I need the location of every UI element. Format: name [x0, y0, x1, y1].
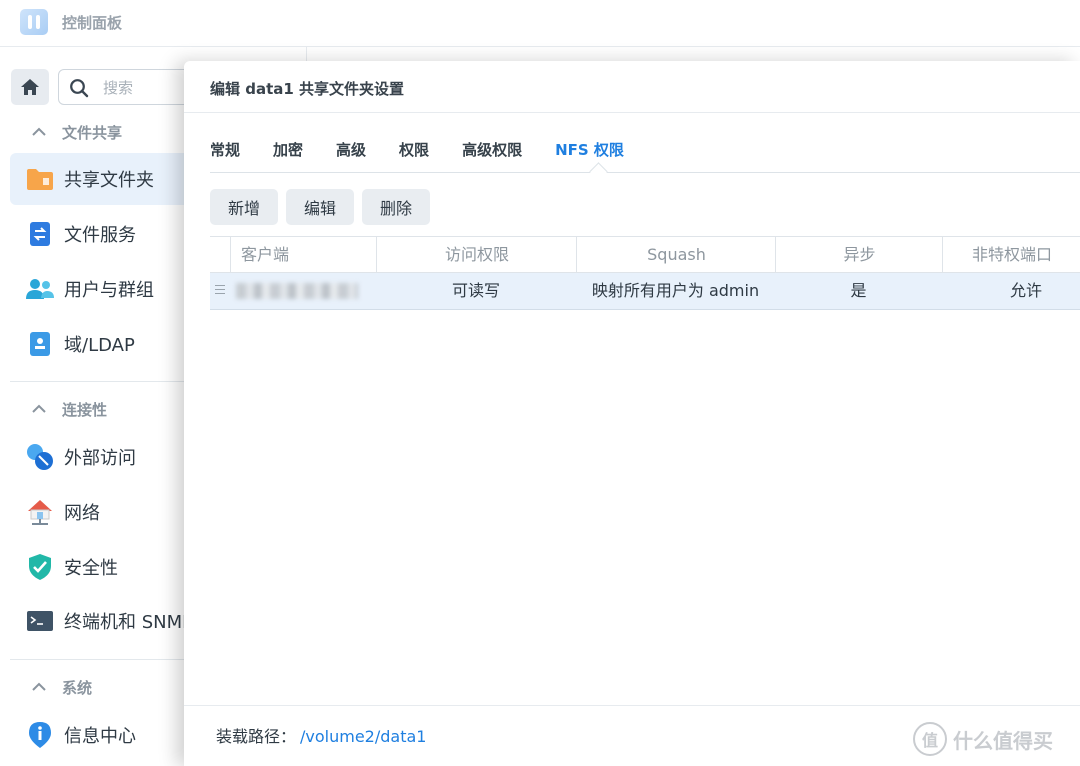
home-icon	[21, 79, 39, 95]
mount-path-label: 装载路径：	[216, 727, 297, 746]
sidebar-item-label: 域/LDAP	[64, 335, 135, 356]
sidebar-item-label: 安全性	[64, 558, 118, 579]
add-button[interactable]: 新增	[210, 189, 279, 225]
titlebar: 控制面板	[0, 0, 1080, 47]
mount-path-link[interactable]: /volume2/data1	[300, 727, 426, 746]
watermark-text: 什么值得买	[953, 728, 1053, 753]
sidebar-item-label: 网络	[64, 503, 100, 524]
table-row[interactable]: 可读写 映射所有用户为 admin 是 允许	[210, 273, 1080, 310]
chevron-up-icon	[32, 400, 48, 418]
mount-path-info: 装载路径：/volume2/data1	[216, 723, 426, 747]
chevron-up-icon	[32, 678, 48, 696]
watermark: 值 什么值得买	[913, 722, 1053, 756]
users-icon	[26, 275, 54, 303]
tab-advanced[interactable]: 高级	[336, 139, 366, 173]
home-button[interactable]	[11, 69, 49, 105]
table-header: 客户端 访问权限 Squash 异步 非特权端口	[210, 236, 1080, 273]
tabs-divider	[210, 172, 1080, 173]
section-label: 文件共享	[62, 123, 123, 142]
section-connectivity[interactable]: 连接性	[32, 398, 107, 420]
tab-bar: 常规 加密 高级 权限 高级权限 NFS 权限	[210, 139, 657, 173]
drag-handle-icon[interactable]	[215, 285, 225, 297]
sidebar-item-label: 用户与群组	[64, 280, 154, 301]
section-system[interactable]: 系统	[32, 676, 92, 698]
delete-button[interactable]: 删除	[362, 189, 431, 225]
cell-async: 是	[850, 281, 867, 300]
chevron-up-icon	[32, 123, 48, 141]
edit-button[interactable]: 编辑	[286, 189, 355, 225]
watermark-logo: 值	[913, 722, 947, 756]
edit-shared-folder-dialog: 编辑 data1 共享文件夹设置 常规 加密 高级 权限 高级权限 NFS 权限…	[184, 61, 1080, 766]
tab-permissions[interactable]: 权限	[399, 139, 429, 173]
tab-advanced-permissions[interactable]: 高级权限	[462, 139, 522, 173]
column-header-access[interactable]: 访问权限	[376, 237, 577, 273]
sidebar-item-label: 信息中心	[64, 726, 136, 747]
nfs-rules-table: 客户端 访问权限 Squash 异步 非特权端口 可读写 映射所有用户为 adm…	[210, 236, 1080, 310]
sidebar-item-label: 终端机和 SNMP	[64, 612, 193, 633]
shield-icon	[26, 553, 54, 581]
tab-nfs-permissions[interactable]: NFS 权限	[555, 139, 624, 173]
folder-icon	[26, 165, 54, 193]
tab-general[interactable]: 常规	[210, 139, 240, 173]
section-label: 连接性	[62, 400, 108, 419]
search-icon	[69, 78, 89, 102]
cell-nonpriv-port: 允许	[1009, 281, 1042, 300]
terminal-icon	[26, 607, 54, 635]
section-file-sharing[interactable]: 文件共享	[32, 121, 122, 143]
app-title: 控制面板	[62, 14, 123, 32]
network-icon	[26, 498, 54, 526]
sidebar-item-label: 文件服务	[64, 225, 136, 246]
control-panel-icon	[20, 9, 48, 35]
tab-encryption[interactable]: 加密	[273, 139, 303, 173]
title-divider	[184, 112, 1080, 113]
external-access-icon	[26, 443, 54, 471]
cell-access: 可读写	[451, 281, 500, 300]
sidebar-item-label: 共享文件夹	[64, 170, 154, 191]
file-services-icon	[26, 220, 54, 248]
ldap-icon	[26, 330, 54, 358]
column-header-nonpriv-port[interactable]: 非特权端口	[942, 237, 1080, 273]
dialog-title: 编辑 data1 共享文件夹设置	[210, 80, 405, 98]
sidebar-item-label: 外部访问	[64, 448, 136, 469]
column-header-squash[interactable]: Squash	[576, 237, 776, 273]
column-header-client[interactable]: 客户端	[230, 237, 383, 273]
cell-squash: 映射所有用户为 admin	[591, 281, 760, 300]
toolbar: 新增 编辑 删除	[210, 189, 438, 225]
section-label: 系统	[62, 678, 93, 697]
info-icon	[26, 721, 54, 749]
column-header-async[interactable]: 异步	[775, 237, 943, 273]
footer-divider	[184, 705, 1080, 706]
blurred-client-value	[236, 283, 358, 299]
cell-client	[230, 273, 372, 309]
